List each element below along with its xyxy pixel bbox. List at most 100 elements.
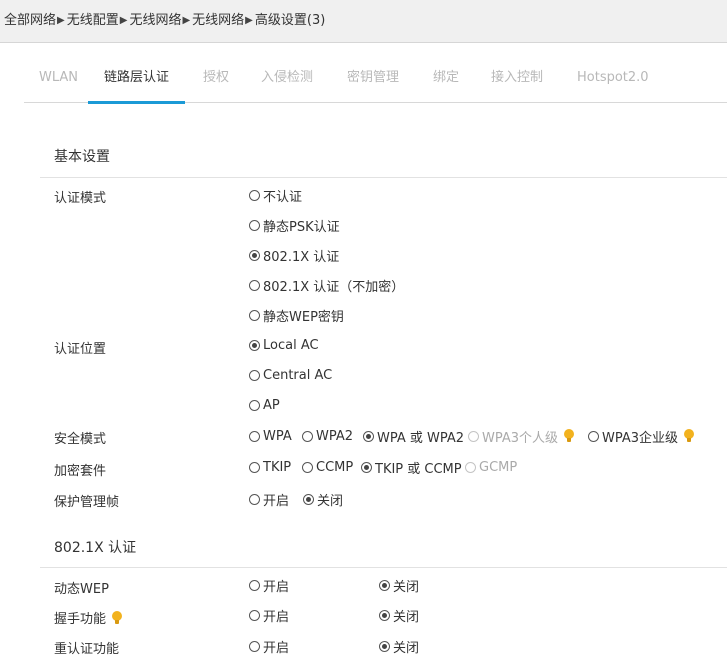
option-label: 关闭 (393, 579, 420, 595)
radio-icon (249, 493, 260, 505)
option-label: 802.1X 认证（不加密） (263, 279, 405, 295)
option-label: WPA (263, 428, 292, 444)
handshake-radio-off[interactable]: 关闭 (379, 606, 420, 625)
section-title-8021x: 802.1X 认证 (54, 540, 137, 556)
tab-key-management[interactable]: 密钥管理 (347, 56, 399, 102)
reauth-radio-off[interactable]: 关闭 (379, 637, 420, 656)
reauth-label: 重认证功能 (54, 642, 120, 657)
cipher-suite-label: 加密套件 (54, 464, 107, 479)
radio-icon (465, 461, 476, 473)
breadcrumb-item-wireless-config[interactable]: 无线配置 (67, 9, 119, 28)
cipher-suite-radio-tkip-or-ccmp[interactable]: TKIP 或 CCMP (361, 458, 462, 477)
section-divider (40, 567, 727, 568)
security-mode-label: 安全模式 (54, 432, 107, 447)
auth-location-label: 认证位置 (54, 342, 107, 357)
radio-icon (302, 461, 313, 473)
dynamic-wep-radio-off[interactable]: 关闭 (379, 576, 420, 595)
mgmt-frame-radio-off[interactable]: 关闭 (303, 490, 344, 509)
option-label: 开启 (263, 609, 290, 625)
option-label: 开启 (263, 493, 290, 509)
security-mode-radio-wpa-or-wpa2[interactable]: WPA 或 WPA2 (363, 427, 465, 446)
option-label: CCMP (316, 459, 354, 475)
auth-location-radio-central-ac[interactable]: Central AC (249, 366, 332, 384)
radio-icon (249, 309, 260, 321)
radio-checked-icon (361, 461, 372, 473)
option-label: WPA3个人级 (482, 430, 559, 446)
top-bar: 全部网络▶ 无线配置▶ 无线网络▶ 无线网络▶ 高级设置(3) (0, 0, 727, 43)
mgmt-frame-radio-on[interactable]: 开启 (249, 490, 290, 509)
cipher-suite-radio-ccmp[interactable]: CCMP (302, 458, 353, 476)
breadcrumb-item-advanced-settings: 高级设置(3) (254, 13, 326, 28)
tab-link-layer-auth[interactable]: 链路层认证 (87, 56, 186, 104)
option-label: Central AC (263, 367, 333, 383)
radio-icon (249, 609, 260, 621)
option-label: 静态PSK认证 (263, 219, 340, 235)
breadcrumb-item-wireless-network[interactable]: 无线网络 (129, 9, 181, 28)
breadcrumb-item-all-networks[interactable]: 全部网络 (4, 9, 56, 28)
security-mode-radio-wpa3-enterprise[interactable]: WPA3企业级 (588, 427, 695, 446)
tab-wlan[interactable]: WLAN (39, 56, 78, 102)
chevron-right-icon: ▶ (182, 15, 191, 26)
option-label: 静态WEP密钥 (263, 309, 344, 325)
radio-icon (249, 461, 260, 473)
dynamic-wep-radio-on[interactable]: 开启 (249, 576, 289, 595)
lightbulb-icon[interactable] (684, 429, 695, 443)
security-mode-radio-wpa2[interactable]: WPA2 (302, 427, 353, 445)
option-label: WPA 或 WPA2 (377, 430, 465, 446)
radio-icon (249, 640, 260, 652)
auth-mode-radio-none[interactable]: 不认证 (249, 186, 302, 205)
handshake-label: 握手功能 (54, 612, 107, 627)
section-divider (40, 177, 727, 178)
tab-access-control[interactable]: 接入控制 (491, 56, 543, 102)
auth-location-radio-ap[interactable]: AP (249, 396, 280, 414)
radio-icon (249, 369, 260, 381)
radio-checked-icon (249, 339, 260, 351)
tab-binding[interactable]: 绑定 (433, 56, 459, 102)
option-label: AP (263, 397, 280, 413)
radio-icon (588, 430, 599, 442)
reauth-radio-on[interactable]: 开启 (249, 637, 290, 656)
radio-checked-icon (379, 609, 390, 621)
section-title-basic: 基本设置 (54, 149, 110, 165)
radio-checked-icon (363, 430, 374, 442)
option-label: Local AC (263, 337, 319, 353)
breadcrumb: 全部网络▶ 无线配置▶ 无线网络▶ 无线网络▶ 高级设置(3) (4, 9, 325, 28)
option-label: TKIP 或 CCMP (375, 461, 462, 477)
radio-checked-icon (249, 249, 260, 261)
option-label: 802.1X 认证 (263, 249, 340, 265)
auth-mode-radio-8021x-no-encrypt[interactable]: 802.1X 认证（不加密） (249, 276, 405, 295)
cipher-suite-radio-gcmp: GCMP (465, 458, 517, 476)
cipher-suite-radio-tkip[interactable]: TKIP (249, 458, 291, 476)
radio-icon (249, 219, 260, 231)
radio-icon (249, 579, 260, 591)
option-label: 开启 (263, 640, 290, 656)
auth-mode-radio-psk[interactable]: 静态PSK认证 (249, 216, 340, 235)
breadcrumb-item-wireless-network-2[interactable]: 无线网络 (192, 9, 244, 28)
handshake-label-row: 握手功能 (54, 608, 123, 627)
auth-location-radio-local-ac[interactable]: Local AC (249, 336, 319, 354)
radio-icon (249, 430, 260, 442)
option-label: GCMP (479, 459, 518, 475)
chevron-right-icon: ▶ (57, 15, 65, 26)
security-mode-radio-wpa3-personal: WPA3个人级 (468, 427, 575, 446)
option-label: 关闭 (317, 493, 344, 509)
security-mode-radio-wpa[interactable]: WPA (249, 427, 292, 445)
radio-icon (302, 430, 313, 442)
radio-checked-icon (303, 493, 314, 505)
tab-hotspot2[interactable]: Hotspot2.0 (577, 56, 649, 102)
tab-intrusion-detection[interactable]: 入侵检测 (261, 56, 313, 102)
radio-icon (249, 399, 260, 411)
lightbulb-icon[interactable] (564, 429, 575, 443)
auth-mode-radio-wep[interactable]: 静态WEP密钥 (249, 306, 344, 325)
lightbulb-icon[interactable] (112, 610, 123, 625)
handshake-radio-on[interactable]: 开启 (249, 606, 290, 625)
auth-mode-radio-8021x[interactable]: 802.1X 认证 (249, 246, 340, 265)
option-label: 关闭 (393, 609, 420, 625)
chevron-right-icon: ▶ (245, 15, 253, 26)
dynamic-wep-label: 动态WEP (54, 582, 109, 597)
option-label: WPA3企业级 (602, 430, 679, 446)
option-label: 关闭 (393, 640, 420, 656)
radio-checked-icon (379, 579, 390, 591)
tab-authorization[interactable]: 授权 (203, 56, 229, 102)
radio-icon (249, 189, 260, 201)
